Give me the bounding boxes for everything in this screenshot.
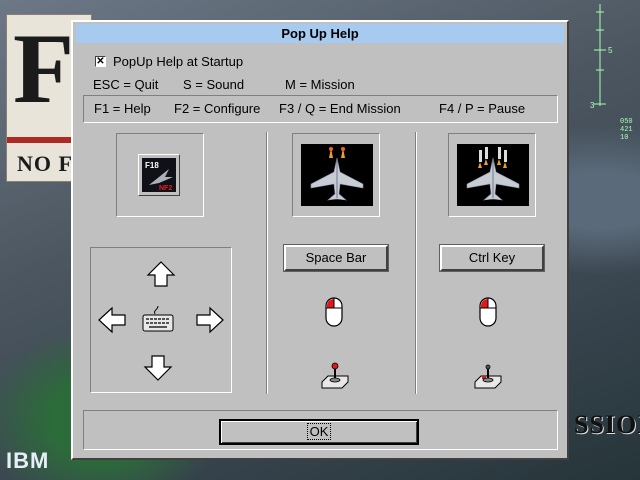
startup-checkbox[interactable]: ✕ [95,55,106,67]
hud-readout-line: 421 [620,126,633,134]
background-hud-scale: 5 3 050 421 10 [590,0,640,142]
keyboard-icon [142,305,174,332]
mouse-right-click-icon [479,297,497,327]
arrow-up-icon [146,261,176,287]
arrow-left-icon [98,306,126,334]
f18-logo-icon: F18 NF2 [138,154,180,196]
ok-button-label[interactable]: OK [306,423,332,440]
dialog-title-bar[interactable]: Pop Up Help [76,24,564,43]
ctrl-key[interactable]: Ctrl Key [439,244,545,272]
fkey-pause: F4 / P = Pause [439,101,526,116]
arrow-keys-panel [90,247,232,393]
missiles-preview-frame [448,133,536,217]
column-divider [415,132,417,394]
mouse-left-click-icon [325,297,343,327]
fkey-configure: F2 = Configure [174,101,261,116]
guns-preview-frame [292,133,380,217]
background-mission-text: SSION [574,410,640,439]
startup-checkbox-label[interactable]: PopUp Help at Startup [113,54,243,69]
hud-readout-line: 10 [620,134,629,142]
hud-readout-line: 050 [620,118,633,126]
jet-firing-guns-icon [301,144,373,206]
logo-text: F18 [145,161,159,170]
hud-scale-3: 3 [590,101,595,110]
joystick-trigger-icon [474,364,502,389]
fkey-help: F1 = Help [94,101,151,116]
shortcut-quit: ESC = Quit [93,77,159,92]
arrow-right-icon [196,306,224,334]
arrow-down-icon [143,355,173,381]
jet-firing-missiles-icon [457,144,529,206]
ibm-logo: IBM [6,448,50,473]
shortcut-mission: M = Mission [285,77,355,92]
popup-help-dialog: Pop Up Help ✕ PopUp Help at Startup ESC … [71,20,569,460]
space-bar-key[interactable]: Space Bar [283,244,389,272]
game-logo-frame: F18 NF2 [116,133,204,217]
hud-scale-5: 5 [608,46,613,55]
startup-checkbox-row[interactable]: ✕ PopUp Help at Startup [95,53,243,69]
shortcut-sound: S = Sound [183,77,245,92]
poster-caption: NO F [17,151,73,176]
logo-subtext: NF2 [159,185,172,192]
column-divider [266,132,268,394]
fkey-end-mission: F3 / Q = End Mission [279,101,401,116]
hud-readout: 050 421 10 [620,118,633,142]
function-keys-panel: F1 = Help F2 = Configure F3 / Q = End Mi… [83,95,558,123]
ok-button[interactable]: OK [219,419,419,445]
joystick-button-icon [321,362,349,389]
